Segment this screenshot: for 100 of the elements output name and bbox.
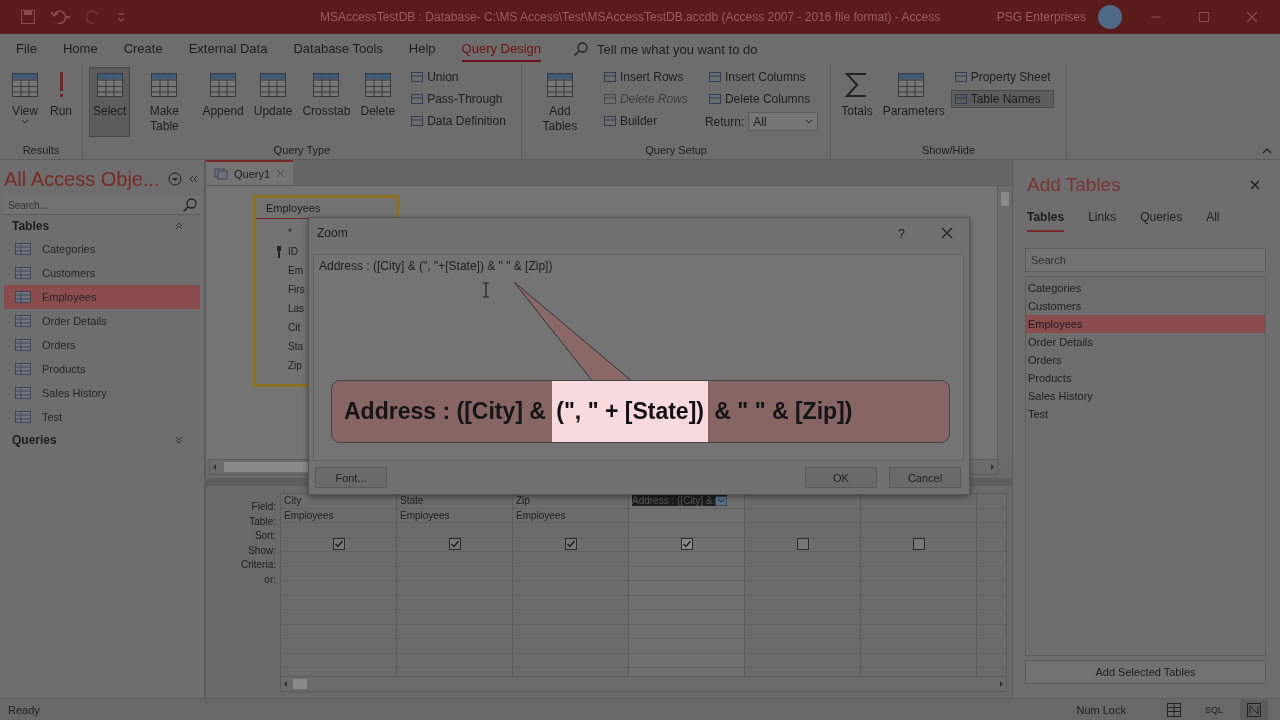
ribbon-button[interactable]: Delete Columns xyxy=(704,90,819,108)
ribbon-button[interactable]: Pass-Through xyxy=(407,90,509,108)
avatar-icon[interactable] xyxy=(1098,5,1122,29)
caret-icon[interactable] xyxy=(714,495,727,506)
ribbon-button[interactable]: Run xyxy=(46,67,76,137)
add-selected-tables-button[interactable]: Add Selected Tables xyxy=(1025,660,1266,684)
ribbon-button[interactable]: Union xyxy=(407,68,509,86)
table-cell[interactable]: Employees xyxy=(516,509,566,521)
field-cell[interactable]: Zip xyxy=(516,495,530,507)
dialog-button[interactable]: Cancel xyxy=(889,467,961,488)
section-header[interactable]: Tables xyxy=(4,215,200,237)
ribbon-button[interactable]: Update xyxy=(249,67,297,137)
field-cell[interactable]: Address : ([City] & xyxy=(632,495,727,507)
scroll-thumb[interactable] xyxy=(293,679,307,689)
field-cell[interactable]: State xyxy=(400,495,424,507)
ribbon-button[interactable]: Parameters xyxy=(878,67,943,137)
ribbon-button[interactable]: Table Names xyxy=(950,90,1054,108)
field-name[interactable]: Firs xyxy=(288,284,305,295)
ribbon-tab[interactable]: Query Design xyxy=(461,36,542,62)
ribbon-button[interactable]: Data Definition xyxy=(407,112,509,130)
ribbon-button[interactable]: Insert Rows xyxy=(599,68,691,86)
document-tab[interactable]: Query1 xyxy=(206,160,294,185)
field-name[interactable]: Sta xyxy=(288,341,303,352)
ribbon-button[interactable]: Property Sheet xyxy=(950,68,1054,86)
ribbon-tab[interactable]: File xyxy=(16,36,37,62)
redo-icon[interactable] xyxy=(86,9,102,25)
table-item[interactable]: Customers xyxy=(4,261,200,285)
ribbon-button[interactable]: Crosstab xyxy=(298,67,355,137)
ribbon-button[interactable]: Select xyxy=(89,67,131,137)
show-checkbox[interactable] xyxy=(332,538,345,551)
collapse-icon[interactable] xyxy=(174,221,184,231)
list-item[interactable]: Order Details xyxy=(1026,333,1265,351)
tab[interactable]: Queries xyxy=(1140,210,1183,232)
ribbon-button[interactable]: Totals xyxy=(837,67,877,137)
table-item[interactable]: Employees xyxy=(4,285,200,309)
list-item[interactable]: Test xyxy=(1026,405,1265,423)
field-name[interactable]: Las xyxy=(288,303,305,314)
field-name[interactable]: ID xyxy=(288,246,298,257)
close-icon[interactable] xyxy=(276,169,286,178)
tell-me-field[interactable]: Tell me what you want to do xyxy=(597,41,758,57)
ribbon-button[interactable]: Delete xyxy=(356,67,400,137)
list-item[interactable]: Orders xyxy=(1026,351,1265,369)
sql-view-button[interactable]: SQL xyxy=(1200,699,1228,720)
table-item[interactable]: Orders xyxy=(4,333,200,357)
ribbon-tab[interactable]: Create xyxy=(123,36,163,62)
save-icon[interactable] xyxy=(20,9,36,25)
field-name[interactable]: * xyxy=(288,227,292,238)
tab[interactable]: All xyxy=(1206,210,1220,232)
customize-icon[interactable] xyxy=(116,11,126,23)
search-icon[interactable] xyxy=(573,41,590,57)
field-name[interactable]: Em xyxy=(288,265,303,276)
ribbon-tab[interactable]: Home xyxy=(62,36,98,62)
scroll-thumb[interactable] xyxy=(1001,192,1009,206)
ribbon-button[interactable]: Insert Columns xyxy=(704,68,819,86)
ribbon-tab[interactable]: Help xyxy=(408,36,436,62)
dropdown-icon[interactable] xyxy=(167,172,182,186)
dialog-button[interactable]: OK xyxy=(805,467,877,488)
table-cell[interactable]: Employees xyxy=(400,509,450,521)
search-field[interactable]: Search xyxy=(1025,248,1266,272)
table-item[interactable]: Sales History xyxy=(4,381,200,405)
show-checkbox[interactable] xyxy=(680,538,693,551)
table-item[interactable]: Test xyxy=(4,405,200,429)
list-item[interactable]: Employees xyxy=(1026,315,1265,333)
account-name[interactable]: PSG Enterprises xyxy=(996,10,1086,24)
collapse-icon[interactable] xyxy=(1262,147,1272,155)
field-name[interactable]: Zip xyxy=(288,360,302,371)
ribbon-button[interactable]: Make Table xyxy=(132,67,197,137)
vertical-scrollbar[interactable] xyxy=(997,186,1012,459)
table-cell[interactable]: Employees xyxy=(284,509,334,521)
ribbon-tab[interactable]: Database Tools xyxy=(293,36,383,62)
list-item[interactable]: Sales History xyxy=(1026,387,1265,405)
table-item[interactable]: Order Details xyxy=(4,309,200,333)
search-field[interactable]: Search... xyxy=(4,196,200,215)
table-item[interactable]: Products xyxy=(4,357,200,381)
show-checkbox[interactable] xyxy=(796,538,809,551)
ribbon-button[interactable]: Builder xyxy=(599,112,691,130)
close-icon[interactable] xyxy=(1246,11,1258,23)
ribbon-button[interactable]: View xyxy=(6,67,44,137)
help-button[interactable]: ? xyxy=(897,225,905,241)
search-icon[interactable] xyxy=(182,197,198,213)
design-view-button[interactable] xyxy=(1240,699,1268,720)
horizontal-scrollbar[interactable] xyxy=(280,677,1007,692)
field-name[interactable]: Cit xyxy=(288,322,301,333)
return-dropdown[interactable]: All xyxy=(748,112,819,131)
show-checkbox[interactable] xyxy=(912,538,925,551)
show-checkbox[interactable] xyxy=(564,538,577,551)
close-icon[interactable] xyxy=(1250,180,1260,190)
list-item[interactable]: Products xyxy=(1026,369,1265,387)
table-item[interactable]: Categories xyxy=(4,237,200,261)
dialog-button[interactable]: Font... xyxy=(315,467,387,488)
field-cell[interactable]: City xyxy=(284,495,302,507)
section-header[interactable]: Queries xyxy=(4,429,200,451)
list-item[interactable]: Customers xyxy=(1026,297,1265,315)
maximize-icon[interactable] xyxy=(1198,11,1210,23)
close-icon[interactable] xyxy=(941,227,953,239)
show-checkbox[interactable] xyxy=(448,538,461,551)
ribbon-tab[interactable]: External Data xyxy=(188,36,268,62)
collapse-pane-icon[interactable] xyxy=(187,174,198,184)
ribbon-button[interactable]: Append xyxy=(198,67,248,137)
ribbon-button[interactable]: Add Tables xyxy=(527,67,592,137)
